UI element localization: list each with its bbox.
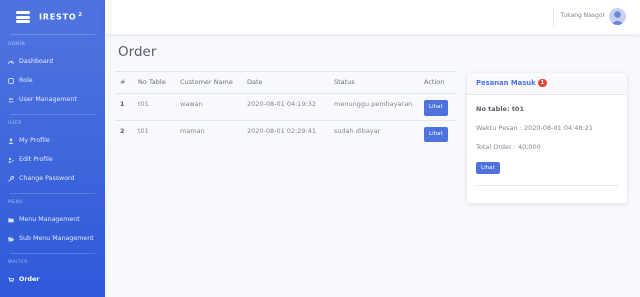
user-icon <box>8 137 14 144</box>
sidebar-item-dashboard[interactable]: Dashboard <box>0 52 105 71</box>
header-number: # <box>120 78 126 86</box>
user-avatar-icon <box>611 11 624 25</box>
avatar[interactable] <box>609 8 626 25</box>
card-title: Pesanan Masuk <box>476 79 536 87</box>
user-name[interactable]: Tukang Nasgor <box>561 12 605 19</box>
row-date: 2020-08-01 02:29:41 <box>243 119 330 146</box>
row-number: 1 <box>116 93 134 120</box>
view-button[interactable]: Lihat <box>424 100 448 116</box>
brand-logo-icon <box>16 11 30 23</box>
header-customer-name: Customer Name <box>180 78 233 86</box>
row-status: sudah dibayar <box>330 119 420 146</box>
table-row: 2 t01 maman 2020-08-01 02:29:41 sudah di… <box>116 119 456 146</box>
header-date: Date <box>247 78 263 86</box>
notification-badge: 1 <box>537 79 548 87</box>
tachometer-icon <box>8 59 14 65</box>
card-divider <box>476 185 618 186</box>
sidebar-item-label: My Profile <box>19 137 50 144</box>
topbar-divider <box>553 9 554 26</box>
sidebar-item-change-password[interactable]: Change Password <box>0 169 105 188</box>
brand[interactable]: IRESTO 2 <box>0 0 105 34</box>
sidebar-item-menu-management[interactable]: Menu Management <box>0 210 105 229</box>
brand-name: IRESTO <box>39 12 77 22</box>
page-title: Order <box>118 44 157 60</box>
orders-table: # No Table Customer Name Date Status Act… <box>116 75 456 146</box>
key-icon <box>8 175 14 182</box>
sidebar-item-label: User Management <box>19 96 77 103</box>
row-status: menunggu pembayaran <box>330 93 420 120</box>
sidebar-item-label: Dashboard <box>19 58 54 65</box>
table-row: 1 t01 wawan 2020-08-01 04:19:32 menunggu… <box>116 93 456 120</box>
sidebar-item-order[interactable]: Order <box>0 270 105 289</box>
card-header: Pesanan Masuk 1 <box>467 73 627 95</box>
sidebar-item-role[interactable]: Role <box>0 71 105 90</box>
incoming-order-card: Pesanan Masuk 1 No table: t01 Waktu Pesan… <box>467 73 627 203</box>
header-status: Status <box>334 78 355 86</box>
header-action: Action <box>424 78 445 86</box>
topbar: Tukang Nasgor <box>105 0 640 34</box>
card-table-label: No table: t01 <box>476 105 524 113</box>
sidebar: IRESTO 2 ADMIN Dashboard Role User Manage… <box>0 0 105 297</box>
folder-open-icon <box>8 236 14 242</box>
card-order-total: Total Order : 40,000 <box>476 143 541 151</box>
role-icon <box>8 77 14 84</box>
sidebar-item-label: Role <box>19 77 33 84</box>
sidebar-item-sub-menu-management[interactable]: Sub Menu Management <box>0 229 105 248</box>
row-customer: wawan <box>176 93 243 120</box>
users-icon <box>8 97 14 103</box>
row-customer: maman <box>176 119 243 146</box>
sidebar-item-user-management[interactable]: User Management <box>0 90 105 109</box>
cart-icon <box>8 277 14 283</box>
header-no-table: No Table <box>138 78 166 86</box>
folder-icon <box>8 217 14 223</box>
sidebar-item-label: Edit Profile <box>19 156 53 163</box>
brand-sup: 2 <box>78 12 83 19</box>
row-table: t01 <box>134 119 176 146</box>
row-date: 2020-08-01 04:19:32 <box>243 93 330 120</box>
row-number: 2 <box>116 119 134 146</box>
sidebar-item-edit-profile[interactable]: Edit Profile <box>0 150 105 169</box>
view-button[interactable]: Lihat <box>424 126 448 142</box>
card-view-button[interactable]: Lihat <box>476 162 500 174</box>
table-header-row: # No Table Customer Name Date Status Act… <box>116 75 456 94</box>
card-order-time: Waktu Pesan : 2020-08-01 04:48:21 <box>476 124 594 132</box>
sidebar-item-label: Sub Menu Management <box>19 235 94 242</box>
card-body: No table: t01 Waktu Pesan : 2020-08-01 0… <box>467 95 627 184</box>
user-edit-icon <box>8 157 14 163</box>
table-top-border <box>116 71 456 72</box>
sidebar-item-label: Order <box>19 276 40 283</box>
sidebar-item-label: Change Password <box>19 175 75 182</box>
sidebar-item-label: Menu Management <box>19 216 80 223</box>
sidebar-item-my-profile[interactable]: My Profile <box>0 131 105 150</box>
row-table: t01 <box>134 93 176 120</box>
